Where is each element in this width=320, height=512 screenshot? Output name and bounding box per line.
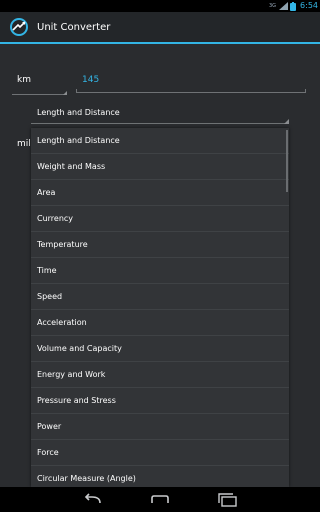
app-title: Unit Converter [37, 22, 111, 33]
navigation-bar [0, 487, 320, 512]
dropdown-item-speed[interactable]: Speed [31, 284, 289, 310]
dropdown-item-weight[interactable]: Weight and Mass [31, 154, 289, 180]
recent-apps-icon[interactable] [216, 492, 240, 508]
dropdown-item-force[interactable]: Force [31, 440, 289, 466]
category-dropdown: Length and Distance Weight and Mass Area… [31, 128, 289, 487]
dropdown-item-temperature[interactable]: Temperature [31, 232, 289, 258]
from-unit-selector[interactable]: km [17, 75, 31, 85]
signal-icon [279, 2, 289, 10]
dropdown-scrollbar[interactable] [286, 130, 288, 192]
dropdown-item-pressure[interactable]: Pressure and Stress [31, 388, 289, 414]
action-bar: Unit Converter [0, 12, 320, 44]
signal-type-label: 3G [268, 2, 277, 9]
dropdown-item-power[interactable]: Power [31, 414, 289, 440]
home-icon[interactable] [148, 492, 172, 508]
dropdown-item-energy[interactable]: Energy and Work [31, 362, 289, 388]
dropdown-item-currency[interactable]: Currency [31, 206, 289, 232]
status-icons: 3G 6:54 [269, 0, 318, 12]
status-time: 6:54 [300, 1, 318, 10]
dropdown-item-length[interactable]: Length and Distance [31, 128, 289, 154]
spinner-corner-icon [284, 119, 289, 124]
dropdown-item-area[interactable]: Area [31, 180, 289, 206]
dropdown-item-time[interactable]: Time [31, 258, 289, 284]
category-spinner-label: Length and Distance [37, 108, 120, 117]
dropdown-item-acceleration[interactable]: Acceleration [31, 310, 289, 336]
spinner-corner-icon [63, 91, 67, 95]
category-spinner[interactable]: Length and Distance [31, 101, 289, 126]
wifi-icon [290, 1, 297, 11]
app-logo-icon[interactable] [9, 17, 29, 37]
status-bar: 3G 6:54 [0, 0, 320, 12]
dropdown-item-angle[interactable]: Circular Measure (Angle) [31, 466, 289, 487]
value-input[interactable]: 145 [76, 73, 306, 95]
back-icon[interactable] [81, 492, 105, 508]
from-unit-spinner-underline[interactable] [12, 91, 67, 95]
dropdown-item-volume[interactable]: Volume and Capacity [31, 336, 289, 362]
value-input-text[interactable]: 145 [82, 75, 99, 85]
